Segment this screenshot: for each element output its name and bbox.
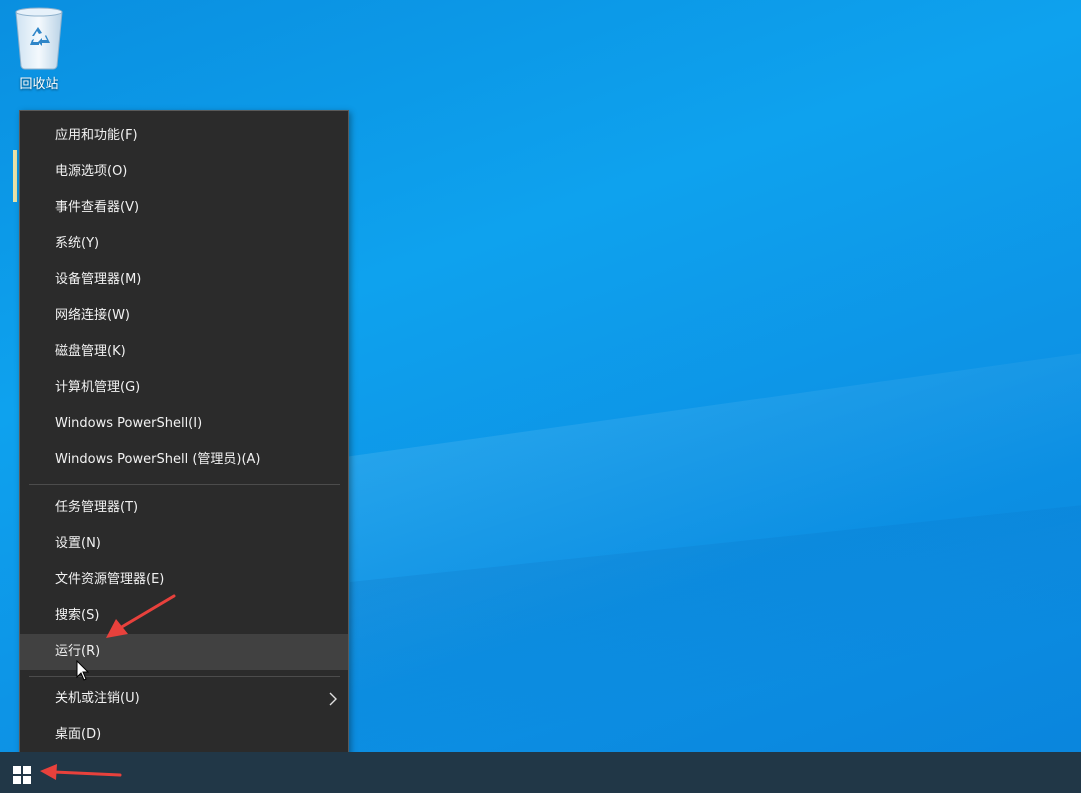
menu-item-label: 网络连接(W)	[55, 308, 130, 323]
menu-separator	[29, 484, 340, 485]
recycle-bin-icon	[15, 7, 63, 70]
menu-item-file-explorer[interactable]: 文件资源管理器(E)	[20, 562, 348, 598]
taskbar	[0, 752, 1081, 793]
desktop: 回收站 应用和功能(F) 电源选项(O) 事件查看器(V) 系统(Y) 设备管理…	[0, 0, 1081, 793]
menu-item-powershell[interactable]: Windows PowerShell(I)	[20, 406, 348, 442]
menu-item-label: 桌面(D)	[55, 727, 102, 742]
menu-item-label: Windows PowerShell (管理员)(A)	[55, 452, 261, 467]
chevron-right-icon	[329, 692, 337, 706]
wallpaper-shadow-ray	[350, 497, 1081, 783]
menu-item-system[interactable]: 系统(Y)	[20, 226, 348, 262]
menu-item-label: 设备管理器(M)	[55, 272, 142, 287]
winx-context-menu: 应用和功能(F) 电源选项(O) 事件查看器(V) 系统(Y) 设备管理器(M)…	[19, 110, 349, 762]
menu-item-label: 应用和功能(F)	[55, 128, 138, 143]
menu-item-desktop[interactable]: 桌面(D)	[20, 717, 348, 753]
pinned-item-accent	[13, 150, 17, 202]
menu-item-label: 计算机管理(G)	[55, 380, 141, 395]
menu-item-label: 电源选项(O)	[55, 164, 128, 179]
start-button[interactable]	[4, 756, 40, 792]
menu-item-label: 系统(Y)	[55, 236, 100, 251]
menu-item-settings[interactable]: 设置(N)	[20, 526, 348, 562]
menu-item-task-manager[interactable]: 任务管理器(T)	[20, 490, 348, 526]
menu-item-run[interactable]: 运行(R)	[20, 634, 348, 670]
menu-item-disk-management[interactable]: 磁盘管理(K)	[20, 334, 348, 370]
menu-item-label: 任务管理器(T)	[55, 500, 139, 515]
menu-item-network-connections[interactable]: 网络连接(W)	[20, 298, 348, 334]
wallpaper-light-ray	[300, 336, 1081, 724]
windows-logo-icon	[13, 766, 31, 784]
menu-item-powershell-admin[interactable]: Windows PowerShell (管理员)(A)	[20, 442, 348, 478]
menu-item-label: 运行(R)	[55, 644, 101, 659]
menu-item-label: 搜索(S)	[55, 608, 100, 623]
menu-item-label: 关机或注销(U)	[55, 691, 140, 706]
menu-item-label: Windows PowerShell(I)	[55, 416, 203, 431]
menu-item-event-viewer[interactable]: 事件查看器(V)	[20, 190, 348, 226]
menu-item-label: 设置(N)	[55, 536, 101, 551]
menu-item-shutdown-or-sign-out[interactable]: 关机或注销(U)	[20, 681, 348, 717]
desktop-icon-recycle-bin[interactable]: 回收站	[6, 2, 72, 96]
menu-item-label: 事件查看器(V)	[55, 200, 140, 215]
menu-item-label: 磁盘管理(K)	[55, 344, 126, 359]
menu-item-power-options[interactable]: 电源选项(O)	[20, 154, 348, 190]
menu-item-computer-management[interactable]: 计算机管理(G)	[20, 370, 348, 406]
mouse-pointer-icon	[76, 660, 90, 681]
menu-item-search[interactable]: 搜索(S)	[20, 598, 348, 634]
recycle-bin-label: 回收站	[19, 77, 59, 92]
menu-item-device-manager[interactable]: 设备管理器(M)	[20, 262, 348, 298]
menu-item-apps-and-features[interactable]: 应用和功能(F)	[20, 118, 348, 154]
menu-item-label: 文件资源管理器(E)	[55, 572, 165, 587]
